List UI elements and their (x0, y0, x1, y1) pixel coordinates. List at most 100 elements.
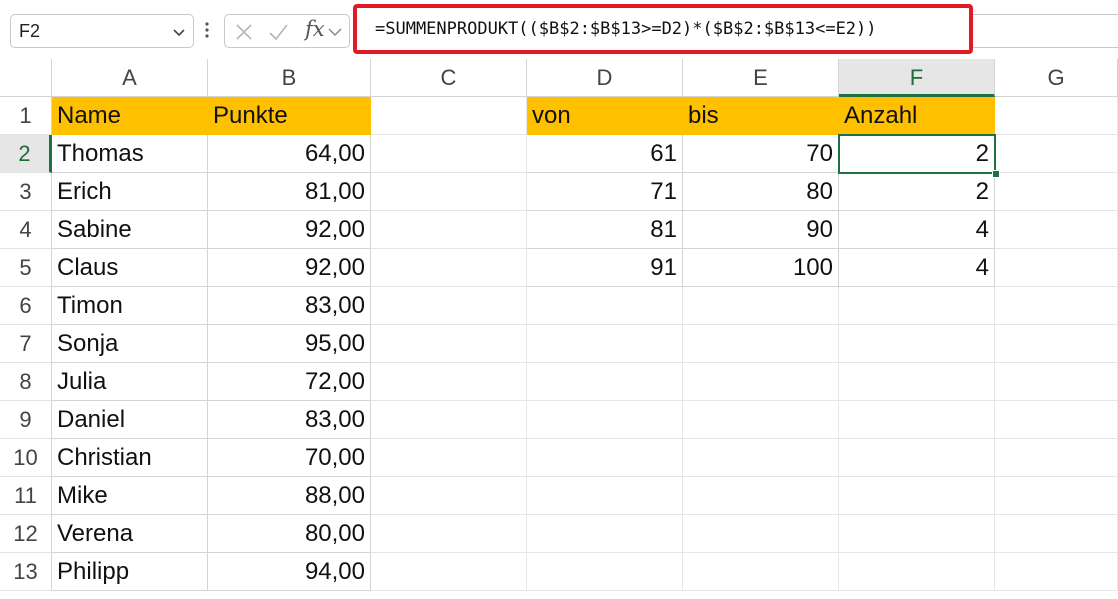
column-header-e[interactable]: E (683, 59, 839, 97)
row-header-4[interactable]: 4 (0, 211, 52, 249)
cell-e7[interactable] (683, 325, 839, 363)
cell-b4[interactable]: 92,00 (208, 211, 371, 249)
cell-e8[interactable] (683, 363, 839, 401)
cell-f4[interactable]: 4 (839, 211, 995, 249)
cell-c11[interactable] (371, 477, 527, 515)
cell-a9[interactable]: Daniel (52, 401, 208, 439)
formula-input[interactable]: =SUMMENPRODUKT(($B$2:$B$13>=D2)*($B$2:$B… (353, 4, 973, 54)
cell-b13[interactable]: 94,00 (208, 553, 371, 591)
cell-e4[interactable]: 90 (683, 211, 839, 249)
cell-b3[interactable]: 81,00 (208, 173, 371, 211)
row-header-13[interactable]: 13 (0, 553, 52, 591)
cell-c12[interactable] (371, 515, 527, 553)
cell-g9[interactable] (995, 401, 1118, 439)
cell-b2[interactable]: 64,00 (208, 135, 371, 173)
row-header-6[interactable]: 6 (0, 287, 52, 325)
cell-a5[interactable]: Claus (52, 249, 208, 287)
cell-g4[interactable] (995, 211, 1118, 249)
cell-d13[interactable] (527, 553, 683, 591)
column-header-d[interactable]: D (527, 59, 683, 97)
cell-g8[interactable] (995, 363, 1118, 401)
cell-g10[interactable] (995, 439, 1118, 477)
row-header-12[interactable]: 12 (0, 515, 52, 553)
cell-c5[interactable] (371, 249, 527, 287)
cell-d8[interactable] (527, 363, 683, 401)
cell-f11[interactable] (839, 477, 995, 515)
cell-e2[interactable]: 70 (683, 135, 839, 173)
column-header-b[interactable]: B (208, 59, 371, 97)
cell-f2[interactable]: 2 (839, 135, 995, 173)
cell-b5[interactable]: 92,00 (208, 249, 371, 287)
cell-a4[interactable]: Sabine (52, 211, 208, 249)
cell-e1[interactable]: bis (683, 97, 839, 135)
chevron-down-icon[interactable] (171, 24, 187, 40)
cell-d12[interactable] (527, 515, 683, 553)
cell-b7[interactable]: 95,00 (208, 325, 371, 363)
cell-e10[interactable] (683, 439, 839, 477)
cell-b1[interactable]: Punkte (208, 97, 371, 135)
cell-g12[interactable] (995, 515, 1118, 553)
cell-c10[interactable] (371, 439, 527, 477)
cell-c6[interactable] (371, 287, 527, 325)
cell-a8[interactable]: Julia (52, 363, 208, 401)
cell-d7[interactable] (527, 325, 683, 363)
cell-b8[interactable]: 72,00 (208, 363, 371, 401)
fill-handle[interactable] (992, 170, 1000, 178)
row-header-3[interactable]: 3 (0, 173, 52, 211)
cell-f13[interactable] (839, 553, 995, 591)
cell-a6[interactable]: Timon (52, 287, 208, 325)
column-header-c[interactable]: C (371, 59, 527, 97)
cell-g3[interactable] (995, 173, 1118, 211)
name-box[interactable]: F2 (10, 14, 194, 48)
row-header-5[interactable]: 5 (0, 249, 52, 287)
cell-a13[interactable]: Philipp (52, 553, 208, 591)
cell-c13[interactable] (371, 553, 527, 591)
row-header-11[interactable]: 11 (0, 477, 52, 515)
cell-d4[interactable]: 81 (527, 211, 683, 249)
cell-c3[interactable] (371, 173, 527, 211)
cell-f10[interactable] (839, 439, 995, 477)
row-header-7[interactable]: 7 (0, 325, 52, 363)
cell-f7[interactable] (839, 325, 995, 363)
cell-b9[interactable]: 83,00 (208, 401, 371, 439)
confirm-icon[interactable] (267, 21, 289, 43)
cell-c2[interactable] (371, 135, 527, 173)
cell-g6[interactable] (995, 287, 1118, 325)
cell-e13[interactable] (683, 553, 839, 591)
cell-d9[interactable] (527, 401, 683, 439)
cell-e12[interactable] (683, 515, 839, 553)
cell-b11[interactable]: 88,00 (208, 477, 371, 515)
cell-f12[interactable] (839, 515, 995, 553)
cell-g5[interactable] (995, 249, 1118, 287)
row-header-1[interactable]: 1 (0, 97, 52, 135)
cell-c4[interactable] (371, 211, 527, 249)
cell-e5[interactable]: 100 (683, 249, 839, 287)
cell-d3[interactable]: 71 (527, 173, 683, 211)
cell-e9[interactable] (683, 401, 839, 439)
cell-b6[interactable]: 83,00 (208, 287, 371, 325)
cell-g2[interactable] (995, 135, 1118, 173)
row-header-10[interactable]: 10 (0, 439, 52, 477)
insert-function-icon[interactable]: fx (305, 17, 325, 41)
cell-e11[interactable] (683, 477, 839, 515)
cell-d6[interactable] (527, 287, 683, 325)
more-options-icon[interactable] (203, 20, 211, 40)
cell-f6[interactable] (839, 287, 995, 325)
cell-d5[interactable]: 91 (527, 249, 683, 287)
select-all-corner[interactable] (0, 59, 52, 97)
cell-c7[interactable] (371, 325, 527, 363)
cell-a11[interactable]: Mike (52, 477, 208, 515)
cell-e3[interactable]: 80 (683, 173, 839, 211)
chevron-down-icon[interactable] (327, 21, 343, 43)
column-header-f[interactable]: F (839, 59, 995, 97)
cell-d1[interactable]: von (527, 97, 683, 135)
cell-a10[interactable]: Christian (52, 439, 208, 477)
cell-f3[interactable]: 2 (839, 173, 995, 211)
cell-b12[interactable]: 80,00 (208, 515, 371, 553)
column-header-a[interactable]: A (52, 59, 208, 97)
cell-g7[interactable] (995, 325, 1118, 363)
cell-c8[interactable] (371, 363, 527, 401)
cell-c9[interactable] (371, 401, 527, 439)
cell-d11[interactable] (527, 477, 683, 515)
cell-g1[interactable] (995, 97, 1118, 135)
